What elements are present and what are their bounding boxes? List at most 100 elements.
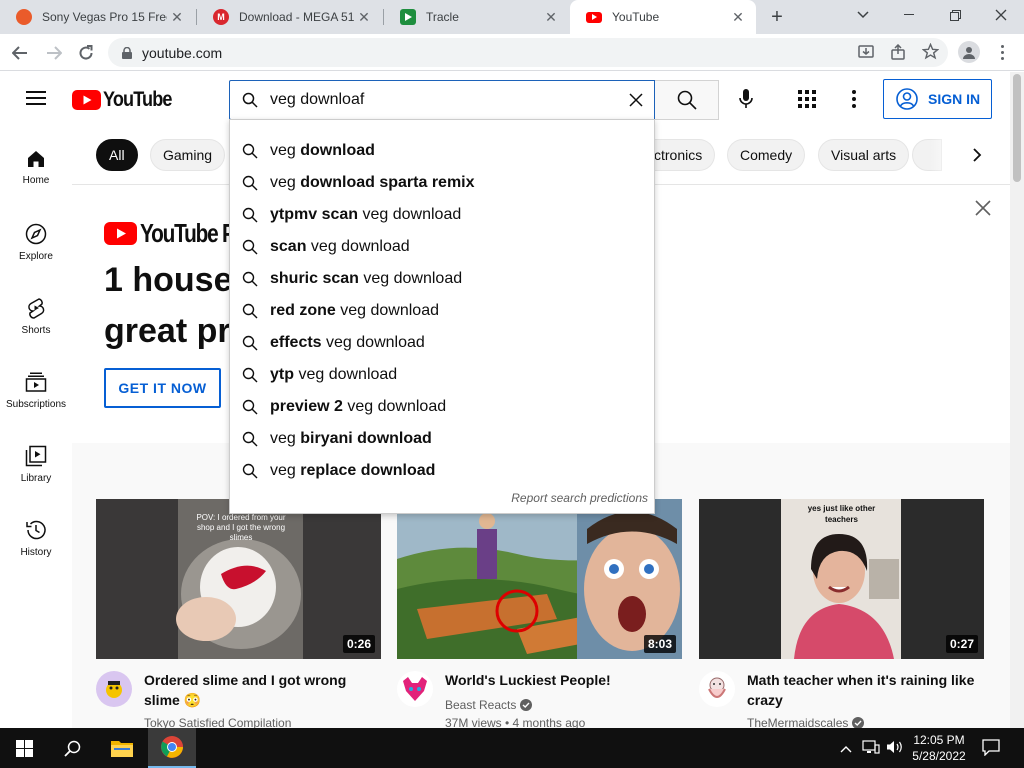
shorts-icon (28, 298, 45, 319)
address-bar[interactable]: youtube.com (108, 38, 948, 67)
youtube-logo[interactable]: YouTube (72, 88, 183, 112)
search-query-text[interactable]: veg downloaf (270, 91, 364, 109)
search-suggestion-item[interactable]: effects veg download (230, 327, 654, 359)
video-thumbnail[interactable]: yes just like other teachers 0:27 (699, 499, 984, 659)
rail-item-library[interactable]: Library (0, 445, 72, 484)
channel-avatar[interactable] (699, 671, 735, 707)
rail-item-home[interactable]: Home (0, 149, 72, 186)
browser-tab-tracle[interactable]: Tracle ✕ (384, 0, 569, 34)
volume-speaker-icon[interactable] (886, 739, 904, 760)
apps-grid-icon[interactable] (798, 90, 816, 113)
search-button[interactable] (655, 80, 719, 120)
mega-favicon-icon: M (213, 9, 229, 25)
rail-item-history[interactable]: History (0, 519, 72, 558)
scrollbar-thumb[interactable] (1013, 74, 1021, 182)
suggestion-bold-part: biryani download (300, 430, 432, 447)
search-suggestion-item[interactable]: scan veg download (230, 231, 654, 263)
notifications-icon[interactable] (982, 739, 1000, 761)
tab-search-chevron-icon[interactable] (840, 0, 886, 30)
search-icon (242, 207, 258, 223)
search-suggestion-item[interactable]: red zone veg download (230, 295, 654, 327)
chip-comedy[interactable]: Comedy (727, 139, 806, 171)
video-title[interactable]: Math teacher when it's raining like craz… (747, 670, 983, 710)
search-suggestion-item[interactable]: veg download sparta remix (230, 167, 654, 199)
taskbar-clock[interactable]: 12:05 PM 5/28/2022 (905, 732, 973, 764)
video-thumbnail[interactable]: POV: I ordered from your shop and I got … (96, 499, 381, 659)
close-tab-icon[interactable]: ✕ (354, 9, 374, 26)
profile-avatar-icon[interactable] (958, 41, 980, 63)
suggestion-text: veg replace download (270, 462, 435, 480)
browser-tab-sony-vegas[interactable]: Sony Vegas Pro 15 Free ✕ (0, 0, 195, 34)
forward-arrow-icon[interactable] (42, 41, 66, 65)
rail-item-subscriptions[interactable]: Subscriptions (0, 371, 72, 410)
browser-tab-youtube[interactable]: YouTube ✕ (570, 0, 756, 34)
get-it-now-button[interactable]: GET IT NOW (104, 368, 221, 408)
close-tab-icon[interactable]: ✕ (728, 9, 748, 26)
rail-item-explore[interactable]: Explore (0, 223, 72, 262)
suggestion-bold-part: red zone (270, 302, 336, 319)
channel-name[interactable]: Beast Reacts (445, 698, 516, 712)
taskbar-search-icon[interactable] (48, 728, 96, 768)
clear-search-icon[interactable] (628, 92, 644, 113)
chip-all[interactable]: All (96, 139, 138, 171)
close-tab-icon[interactable]: ✕ (541, 9, 561, 26)
hamburger-menu-icon[interactable] (26, 90, 46, 111)
channel-avatar[interactable] (96, 671, 132, 707)
minimize-window-icon[interactable] (886, 0, 932, 30)
bookmark-star-icon[interactable] (921, 42, 940, 63)
suggestion-bold-part: ytp (270, 366, 294, 383)
sign-in-label: SIGN IN (928, 91, 981, 107)
video-thumbnail[interactable]: 8:03 (397, 499, 682, 659)
tab-title: YouTube (612, 10, 660, 24)
settings-more-icon[interactable] (852, 90, 856, 108)
channel-avatar[interactable] (397, 671, 433, 707)
close-tab-icon[interactable]: ✕ (167, 9, 187, 26)
share-icon[interactable] (890, 43, 906, 63)
suggestion-bold-part: ytpmv scan (270, 206, 359, 223)
dismiss-banner-close-icon[interactable] (975, 200, 991, 221)
search-suggestion-item[interactable]: shuric scan veg download (230, 263, 654, 295)
restore-window-icon[interactable] (932, 0, 978, 30)
search-suggestion-item[interactable]: veg replace download (230, 455, 654, 487)
chrome-taskbar-icon[interactable] (148, 728, 196, 768)
rail-label: Shorts (21, 325, 51, 336)
video-duration: 8:03 (643, 635, 676, 653)
chip-gaming[interactable]: Gaming (150, 139, 226, 171)
search-input[interactable]: veg downloaf (229, 80, 655, 120)
install-app-icon[interactable] (858, 44, 874, 63)
subscriptions-icon (25, 372, 47, 392)
search-suggestion-item[interactable]: preview 2 veg download (230, 391, 654, 423)
close-window-icon[interactable] (978, 0, 1024, 30)
channel-name-row[interactable]: Beast Reacts (445, 698, 533, 712)
suggestion-bold-part: download sparta remix (300, 174, 475, 191)
search-suggestion-item[interactable]: veg download (230, 135, 654, 167)
show-hidden-icons-chevron-icon[interactable] (840, 740, 852, 758)
network-icon[interactable] (862, 739, 880, 760)
video-title[interactable]: Ordered slime and I got wrong slime 😳 (144, 670, 380, 710)
browser-menu-icon[interactable] (996, 42, 1008, 62)
windows-start-icon[interactable] (0, 728, 48, 768)
file-explorer-icon[interactable] (98, 728, 146, 768)
sign-in-button[interactable]: SIGN IN (883, 79, 992, 119)
rail-item-shorts[interactable]: Shorts (0, 297, 72, 336)
suggestion-plain-prefix: veg (270, 462, 301, 479)
reload-icon[interactable] (74, 41, 98, 65)
report-search-predictions-link[interactable]: Report search predictions (511, 491, 648, 505)
suggestion-plain-suffix: veg download (335, 302, 439, 319)
lock-icon[interactable] (122, 46, 132, 59)
search-suggestion-item[interactable]: veg biryani download (230, 423, 654, 455)
suggestion-plain-suffix: veg download (306, 238, 410, 255)
page-scrollbar[interactable] (1010, 72, 1024, 728)
suggestion-text: scan veg download (270, 238, 410, 256)
browser-tab-mega[interactable]: M Download - MEGA 51% ✕ (197, 0, 382, 34)
search-suggestion-item[interactable]: ytpmv scan veg download (230, 199, 654, 231)
voice-search-mic-icon[interactable] (738, 88, 754, 115)
search-icon (242, 92, 258, 108)
new-tab-button[interactable]: + (766, 6, 788, 28)
home-icon (28, 151, 44, 167)
search-suggestion-item[interactable]: ytp veg download (230, 359, 654, 391)
chip-next-chevron-icon[interactable] (972, 148, 982, 167)
video-title[interactable]: World's Luckiest People! (445, 670, 681, 690)
back-arrow-icon[interactable] (8, 41, 32, 65)
chip-visual-arts[interactable]: Visual arts (818, 139, 910, 171)
